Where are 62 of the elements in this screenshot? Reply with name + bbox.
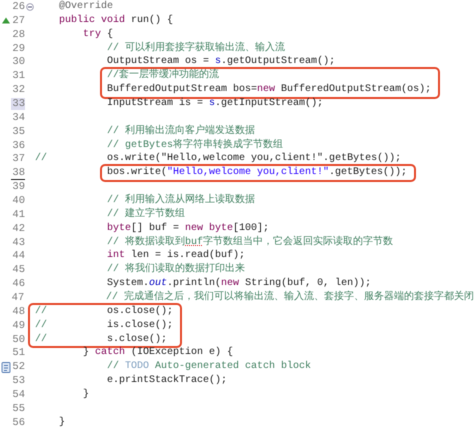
code-line: } catch (IOException e) {: [83, 346, 234, 360]
fold-minus-icon[interactable]: [26, 2, 34, 11]
line-number: 34: [11, 112, 25, 124]
line-number: 35: [11, 126, 25, 138]
code-line: BufferedOutputStream bos=new BufferedOutputStream(os);: [107, 83, 432, 98]
code-line: //套一层带缓冲功能的流: [107, 69, 220, 84]
line-number: 31: [11, 70, 25, 82]
code-line: System.out.println(new String(buf, 0, len));: [107, 277, 372, 290]
line-number: 55: [11, 402, 25, 415]
line-number: 47: [10, 292, 24, 304]
note-icon: [0, 362, 10, 373]
line-number: 52: [11, 361, 25, 374]
code-line: try {: [83, 28, 114, 42]
code-line: // 建立字节数组: [107, 208, 186, 222]
code-line: // 可以利用套接字获取输出流、输入流: [107, 42, 286, 56]
code-line: public void run() {: [59, 14, 174, 28]
line-number: 28: [11, 28, 25, 41]
code-line: // getBytes将字符串转换成字节数组: [107, 138, 284, 152]
line-number: 40: [11, 194, 25, 207]
line-number: 38: [11, 166, 25, 180]
line-number: 46: [11, 278, 25, 290]
line-number: 30: [11, 56, 25, 68]
code-line: // 利用输入流从网络上读取数据: [107, 194, 256, 208]
line-number: 54: [11, 388, 25, 401]
line-number: 44: [11, 250, 25, 262]
line-number: 56: [11, 416, 25, 429]
code-line: // TODO Auto-generated catch block: [107, 360, 312, 374]
line-number: 29: [11, 42, 25, 54]
line-number: 42: [11, 222, 25, 235]
code-line: OutputStream os = s.getOutputStream();: [107, 55, 336, 68]
line-number: 33: [11, 98, 25, 110]
code-line: // is.close();: [35, 318, 174, 333]
code-line: bos.write("Hello,welcome you,client!".getBytes());: [107, 166, 408, 180]
line-number: 49: [11, 320, 25, 332]
line-number: 51: [11, 347, 25, 360]
line-number: 45: [11, 264, 25, 276]
line-number: 50: [11, 334, 25, 346]
code-line: // 将我们读取的数据打印出来: [107, 263, 246, 278]
line-number: 26: [11, 0, 25, 13]
line-number: 36: [11, 140, 25, 152]
line-number: 48: [11, 306, 25, 318]
code-line: }: [83, 388, 90, 402]
code-line: // os.close();: [35, 304, 174, 319]
code-line: int len = is.read(buf);: [107, 249, 246, 262]
code-line: // 利用输出流向客户端发送数据: [107, 124, 256, 138]
line-number: 43: [11, 236, 25, 249]
code-line: @Override: [59, 0, 114, 14]
code-line: InputStream is = s.getInputStream();: [107, 97, 324, 111]
line-number: 37: [11, 153, 25, 166]
line-number: 32: [11, 84, 25, 96]
code-line: byte[] buf = new byte[100];: [107, 222, 270, 236]
line-number: 39: [11, 181, 25, 194]
line-number: 27: [11, 14, 25, 27]
code-line: e.printStackTrace();: [107, 374, 228, 388]
code-line: }: [59, 416, 66, 430]
line-number: 53: [11, 375, 25, 388]
line-number: 41: [11, 208, 25, 221]
code-line: // s.close();: [35, 332, 168, 346]
code-line: // 将数据读取到buf字节数组当中，它会返回实际读取的字节数: [107, 236, 394, 250]
triangle-icon: [2, 17, 10, 24]
code-line: // 完成通信之后，我们可以将输出流、输入流、套接字、服务器端的套接字都关闭: [106, 291, 474, 305]
code-line: // os.write("Hello,welcome you,client!".getBytes());: [35, 152, 402, 166]
